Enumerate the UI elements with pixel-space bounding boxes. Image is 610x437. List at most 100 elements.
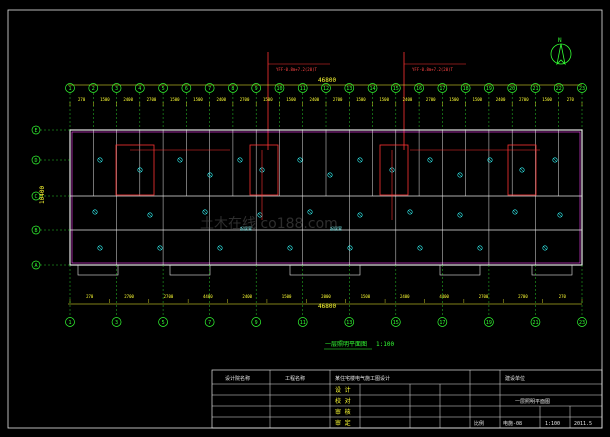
tb-role-2: 校 对 xyxy=(335,397,351,405)
dimension-text: 1500 xyxy=(356,97,366,102)
dimension-text: 1500 xyxy=(170,97,180,102)
tb-role-4: 审 定 xyxy=(335,419,351,427)
dimension-text: 2400 xyxy=(216,97,226,102)
dimension-text: 1500 xyxy=(542,97,552,102)
dimension-text: 2700 xyxy=(147,97,157,102)
tb-role-3: 审 核 xyxy=(335,408,351,416)
dimension-text: 4400 xyxy=(439,294,449,299)
riser-label-1: YFF-0.8m+7.2(20)T xyxy=(276,67,318,72)
cad-drawing-sheet: N YFF-0.8m+7.2(20)T YFF-0.8m+7.2(20)T 46… xyxy=(7,9,603,429)
axis-number: 17 xyxy=(439,86,445,92)
dimension-text: 2400 xyxy=(403,97,413,102)
dimension-text: 2000 xyxy=(321,294,331,299)
axis-number: 16 xyxy=(416,86,422,92)
dimension-text: 2700 xyxy=(124,294,134,299)
dimension-text: 270 xyxy=(78,97,86,102)
riser-lines: YFF-0.8m+7.2(20)T YFF-0.8m+7.2(20)T xyxy=(267,52,466,150)
dimension-text: 2400 xyxy=(496,97,506,102)
tb-project-label: 工程名称 xyxy=(285,375,305,382)
drawing-scale: 1:100 xyxy=(376,341,394,348)
axis-letter: A xyxy=(34,263,37,269)
axis-number: 10 xyxy=(276,86,282,92)
dimension-text: 2400 xyxy=(242,294,252,299)
axis-top-bubbles: 1 2 3 4 5 6 7 8 9 10 11 12 13 14 15 16 17 18 19 20 21 22 23 xyxy=(65,83,587,130)
axis-number: 4 xyxy=(138,86,141,92)
dimension-text: 2400 xyxy=(310,97,320,102)
axis-number: 19 xyxy=(486,86,492,92)
north-label: N xyxy=(558,37,562,44)
dimension-text: 2700 xyxy=(518,294,528,299)
axis-number: 14 xyxy=(370,86,376,92)
tb-project: 某住宅楼电气施工图设计 xyxy=(335,375,390,382)
dimension-text: 1500 xyxy=(379,97,389,102)
dimension-text: 1500 xyxy=(263,97,273,102)
axis-number: 2 xyxy=(92,86,95,92)
overall-dim-top: 46800 xyxy=(318,77,336,84)
dimension-text: 2700 xyxy=(333,97,343,102)
axis-number: 23 xyxy=(579,86,585,92)
dimension-row-bottom: 270 2700 2700 4400 2400 1500 2000 1500 2400 4400 2… xyxy=(69,294,583,303)
axis-number: 5 xyxy=(162,86,165,92)
axis-letter: E xyxy=(34,128,37,134)
axis-number: 9 xyxy=(255,320,258,326)
dimension-text: 270 xyxy=(559,294,567,299)
dimension-text: 4400 xyxy=(203,294,213,299)
dimension-text: 2700 xyxy=(479,294,489,299)
axis-number: 18 xyxy=(463,86,469,92)
dimension-text: 1500 xyxy=(472,97,482,102)
axis-number: 23 xyxy=(579,320,585,326)
axis-number: 15 xyxy=(393,86,399,92)
axis-number: 1 xyxy=(68,320,71,326)
north-arrow: N xyxy=(550,37,572,66)
axis-left-bubbles: A B C D E xyxy=(31,125,70,270)
dimension-text: 2700 xyxy=(519,97,529,102)
tb-sheet: 电施-08 xyxy=(503,420,522,427)
dimension-text: 2400 xyxy=(123,97,133,102)
axis-letter: B xyxy=(34,228,37,234)
axis-number: 21 xyxy=(532,320,538,326)
axis-number: 21 xyxy=(532,86,538,92)
axis-number: 22 xyxy=(556,86,562,92)
axis-number: 11 xyxy=(300,320,306,326)
dimension-text: 1500 xyxy=(449,97,459,102)
axis-number: 3 xyxy=(115,86,118,92)
title-block: 设计院名称 工程名称 某住宅楼电气施工图设计 建设单位 设 计 校 对 审 核 … xyxy=(211,369,603,429)
dimension-text: 270 xyxy=(86,294,94,299)
dimension-text: 1500 xyxy=(286,97,296,102)
axis-number: 5 xyxy=(162,320,165,326)
axis-letter: D xyxy=(34,158,37,164)
dimension-text: 1500 xyxy=(282,294,292,299)
tb-scale-label: 比例 xyxy=(474,420,484,427)
axis-number: 8 xyxy=(231,86,234,92)
axis-number: 19 xyxy=(486,320,492,326)
overall-dim-bottom: 46800 xyxy=(318,303,336,310)
axis-number: 3 xyxy=(115,320,118,326)
axis-number: 12 xyxy=(323,86,329,92)
axis-number: 9 xyxy=(255,86,258,92)
dimension-text: 1500 xyxy=(361,294,371,299)
axis-number: 7 xyxy=(208,320,211,326)
floor-plan: 起居室 起居室 xyxy=(69,129,583,276)
tb-company: 设计院名称 xyxy=(225,375,250,382)
drawing-caption: 一层照明平面图 xyxy=(325,341,367,348)
riser-label-2: YFF-0.8m+7.2(20)T xyxy=(412,67,454,72)
axis-number: 15 xyxy=(393,320,399,326)
axis-number: 20 xyxy=(509,86,515,92)
tb-role-1: 设 计 xyxy=(335,386,351,394)
watermark: 土木在线 co188.com xyxy=(200,216,338,232)
axis-number: 7 xyxy=(208,86,211,92)
tb-drawing-name: 一层照明平面图 xyxy=(515,399,550,405)
dimension-text: 270 xyxy=(567,97,575,102)
axis-number: 11 xyxy=(300,86,306,92)
axis-number: 6 xyxy=(185,86,188,92)
axis-number: 13 xyxy=(346,86,352,92)
axis-number: 1 xyxy=(68,86,71,92)
axis-number: 13 xyxy=(346,320,352,326)
dimension-text: 2700 xyxy=(164,294,174,299)
dimension-text: 1500 xyxy=(100,97,110,102)
tb-date: 2011.5 xyxy=(574,421,592,427)
dimension-text: 2400 xyxy=(400,294,410,299)
dimension-text: 1500 xyxy=(193,97,203,102)
dimension-text: 2700 xyxy=(426,97,436,102)
depth-dim: 10400 xyxy=(39,186,46,204)
